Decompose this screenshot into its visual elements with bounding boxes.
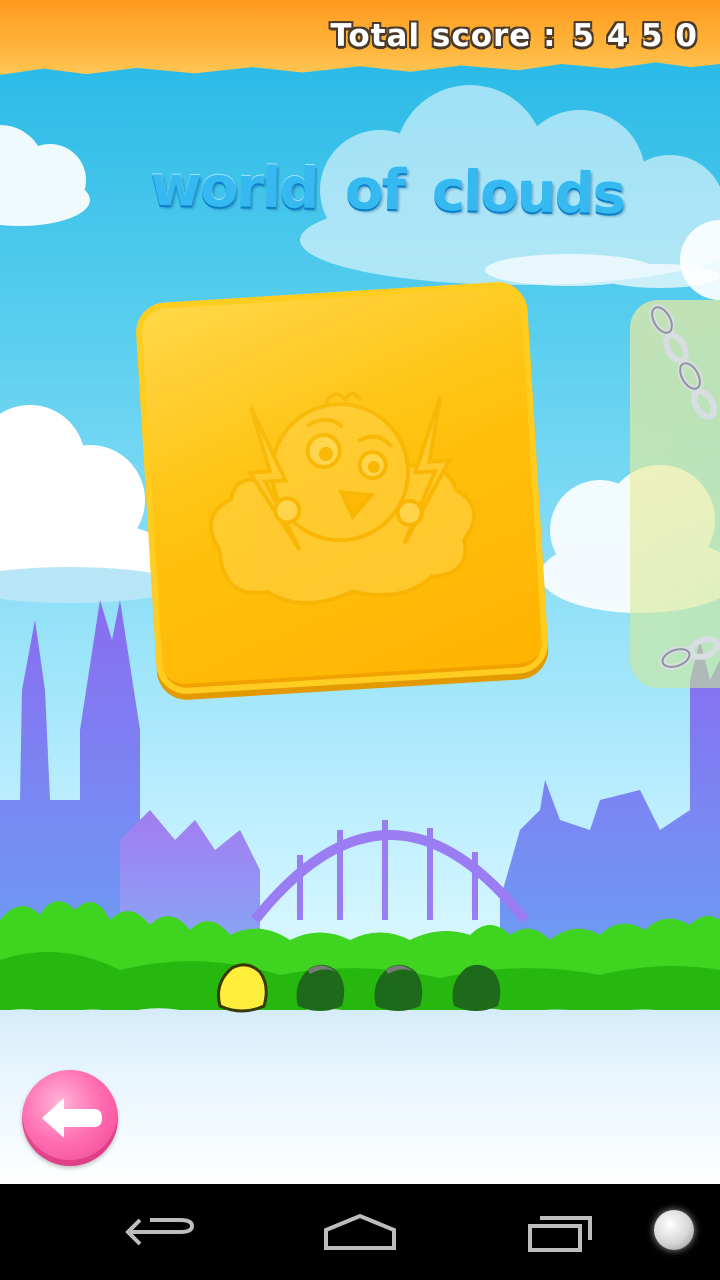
level-progress-chick-complete xyxy=(217,963,268,1013)
nav-recents-icon xyxy=(528,1216,592,1252)
nav-assist-orb-icon[interactable] xyxy=(654,1210,694,1250)
level-progress-chick-locked xyxy=(452,964,501,1011)
nav-home-button[interactable] xyxy=(300,1184,420,1280)
world-card-clouds[interactable] xyxy=(134,280,550,696)
back-arrow-icon xyxy=(42,1098,102,1138)
level-progress-chick-locked xyxy=(374,964,423,1011)
nav-recents-button[interactable] xyxy=(500,1184,620,1280)
nav-back-button[interactable] xyxy=(100,1184,220,1280)
game-screen: Total score : 5 4 5 0 world of clouds xyxy=(0,0,720,1280)
level-progress-chick-locked xyxy=(296,964,345,1011)
cloud-decoration xyxy=(0,125,90,226)
world-title-word: world xyxy=(149,153,318,222)
total-score-label: Total score : xyxy=(330,18,557,54)
nav-home-icon xyxy=(324,1213,396,1250)
cloud-decoration xyxy=(680,220,720,300)
system-nav-bar xyxy=(0,1184,720,1280)
total-score-value: 5 4 5 0 xyxy=(572,18,698,54)
back-button[interactable] xyxy=(22,1070,118,1166)
total-score: Total score : 5 4 5 0 xyxy=(326,18,698,54)
thunder-chick-emblem-icon xyxy=(208,391,477,606)
world-title-word: of xyxy=(344,157,405,224)
chain-icon xyxy=(649,304,720,670)
world-title-word: clouds xyxy=(431,158,625,228)
nav-back-icon xyxy=(125,1218,195,1246)
world-title: world of clouds xyxy=(149,154,624,227)
grass-hedge xyxy=(0,901,720,1030)
